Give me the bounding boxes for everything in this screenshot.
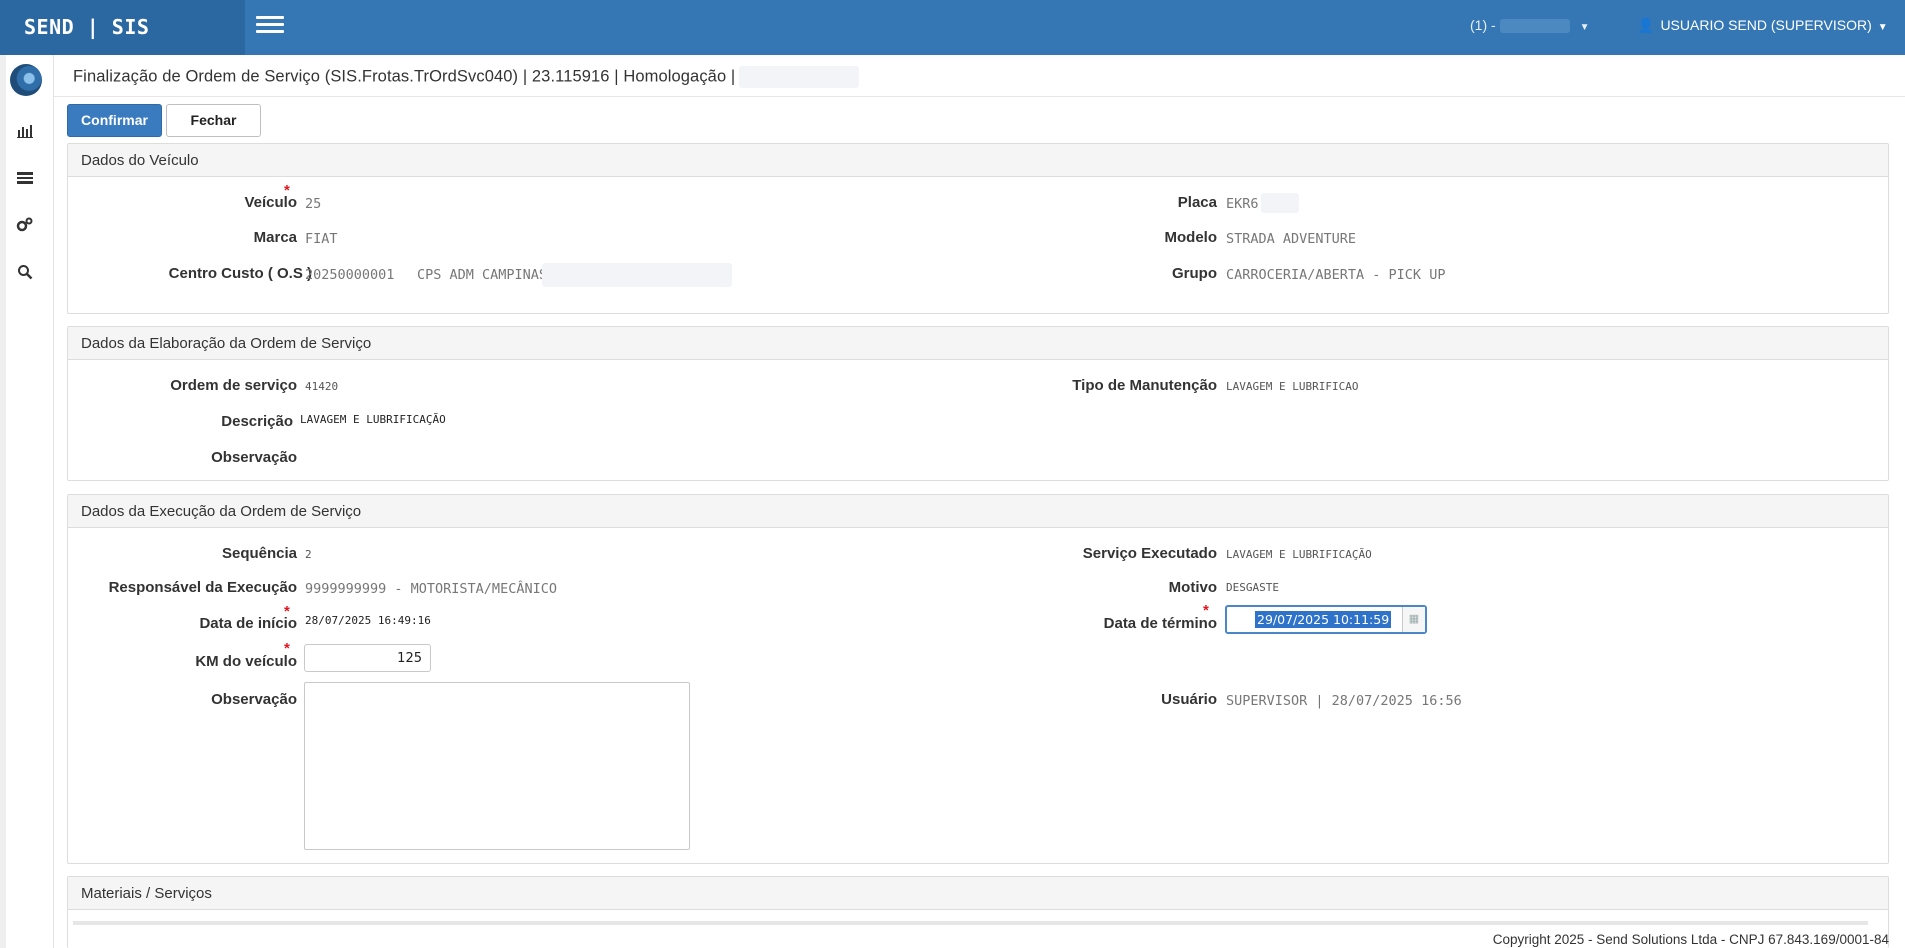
divider [54,96,1905,97]
logo-icon[interactable] [10,64,42,96]
reason-label: Motivo [1168,579,1217,596]
required-marker: * [284,603,290,620]
sequence-value: 2 [305,548,312,561]
brand-value: FIAT [305,231,338,247]
panel-title: Dados da Execução da Ordem de Serviço [68,495,1888,528]
executed-service-label: Serviço Executado [1082,545,1217,562]
end-date-label: Data de término [1103,615,1217,632]
sequence-label: Sequência [221,545,297,562]
page-title: Finalização de Ordem de Serviço (SIS.Fro… [73,66,860,88]
required-marker: * [1203,602,1209,619]
caret-down-icon: ▼ [1877,22,1888,33]
elaboration-panel: Dados da Elaboração da Ordem de Serviço … [67,326,1889,481]
user-menu-label: USUARIO SEND (SUPERVISOR) [1660,17,1872,33]
close-button[interactable]: Fechar [166,104,261,137]
km-input[interactable] [304,644,431,672]
sidebar-strip [0,55,6,948]
brand-label: Marca [253,229,297,246]
calendar-icon[interactable]: ▦ [1402,607,1425,632]
cost-center-code: 20250000001 [305,267,395,283]
reason-value: DESGASTE [1226,581,1279,594]
redacted-field [1499,19,1570,34]
panel-title: Dados da Elaboração da Ordem de Serviço [68,327,1888,360]
end-date-input[interactable]: 29/07/2025 10:11:59 [1255,611,1392,628]
end-date-field[interactable]: 29/07/2025 10:11:59 ▦ [1225,605,1427,634]
start-date-value: 28/07/2025 16:49:16 [305,614,431,627]
executed-service-value: LAVAGEM E LUBRIFICAÇÃO [1226,548,1372,561]
vehicle-value: 25 [305,196,322,212]
settings-icon[interactable] [15,217,35,235]
maintenance-type-value: LAVAGEM E LUBRIFICAO [1226,380,1359,393]
user-menu[interactable]: 👤 USUARIO SEND (SUPERVISOR) ▼ [1637,17,1888,34]
chart-icon[interactable] [15,124,35,142]
caret-down-icon: ▼ [1579,22,1590,33]
order-label: Ordem de serviço [170,377,297,394]
group-label: Grupo [1172,265,1217,282]
page-title-text: Finalização de Ordem de Serviço (SIS.Fro… [73,67,736,86]
execution-panel: Dados da Execução da Ordem de Serviço Se… [67,494,1889,864]
panel-title: Dados do Veículo [68,144,1888,177]
hamburger-menu-icon[interactable] [256,16,284,36]
user-icon: 👤 [1637,17,1655,33]
environment-selector[interactable]: (1) - ▼ [1470,17,1590,34]
execution-observation-label: Observação [211,691,297,708]
plate-label: Placa [1177,194,1217,211]
vehicle-label: Veículo [244,194,297,211]
group-value: CARROCERIA/ABERTA - PICK UP [1226,267,1446,283]
km-label: KM do veículo [195,653,297,670]
user-label: Usuário [1161,691,1217,708]
top-navbar: SEND | SIS (1) - ▼ 👤 USUARIO SEND (SUPERVI… [0,0,1905,55]
vehicle-panel: Dados do Veículo Veículo * 25 Marca FIAT… [67,143,1889,314]
plate-value: EKR6 [1226,196,1259,212]
observation-textarea[interactable] [304,682,690,850]
cost-center-label: Centro Custo ( O.S ) [168,265,312,282]
description-value: LAVAGEM E LUBRIFICAÇÃO [300,413,446,426]
app-brand[interactable]: SEND | SIS [0,0,245,55]
user-value: SUPERVISOR | 28/07/2025 16:56 [1226,693,1462,709]
redacted-field [542,263,732,287]
order-value: 41420 [305,380,339,393]
maintenance-type-label: Tipo de Manutenção [1072,377,1217,394]
responsible-label: Responsável da Execução [108,579,297,596]
search-icon[interactable] [15,264,35,282]
redacted-field [1261,193,1299,213]
responsible-value: 9999999999 - MOTORISTA/MECÂNICO [305,581,557,597]
divider [73,921,1868,925]
redacted-field [739,66,860,88]
required-marker: * [284,640,290,657]
panel-title: Materiais / Serviços [68,877,1888,910]
model-value: STRADA ADVENTURE [1226,231,1357,247]
footer-copyright: Copyright 2025 - Send Solutions Ltda - C… [1492,932,1889,947]
list-icon[interactable] [15,171,35,189]
left-sidebar [0,55,54,948]
cost-center-name: CPS ADM CAMPINAS [417,267,548,283]
observation-label: Observação [211,449,297,466]
model-label: Modelo [1164,229,1218,246]
start-date-label: Data de início [199,615,297,632]
confirm-button[interactable]: Confirmar [67,104,162,137]
description-label: Descrição [221,413,293,430]
environment-selector-label: (1) - [1470,17,1496,33]
required-marker: * [284,182,290,199]
